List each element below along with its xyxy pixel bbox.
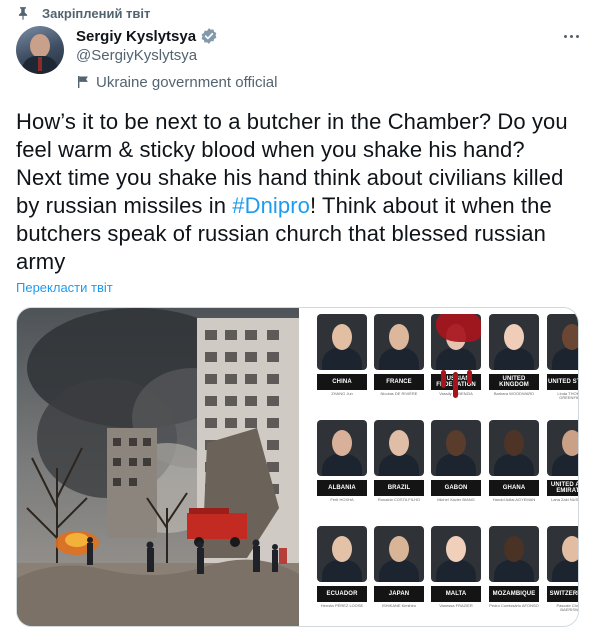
council-member-card: UNITED STATESLinda THOMAS-GREENFIELD: [547, 314, 579, 410]
council-member-card: JAPAN ISHIKANE Kimihiro: [374, 526, 424, 622]
tweet-media: CHINAZHANG JunFRANCENicolas DE RIVIÈRERU…: [16, 307, 579, 627]
author-display-name[interactable]: Sergiy Kyslytsya: [76, 28, 196, 45]
member-country-label: GHANA: [489, 480, 539, 496]
member-country-label: MALTA: [431, 586, 481, 602]
blood-drip: [467, 370, 472, 384]
council-member-card: UNITED KINGDOM Barbara WOODWARD: [489, 314, 539, 410]
member-country-label: UNITED STATES: [547, 374, 578, 390]
member-name: Michel Xavier BIANG: [437, 497, 475, 502]
member-country-label: SWITZERLAND: [547, 586, 578, 602]
member-country-label: BRAZIL: [374, 480, 424, 496]
member-portrait: [431, 526, 481, 582]
member-country-label: ALBANIA: [317, 480, 367, 496]
member-portrait: [374, 420, 424, 476]
member-portrait: [317, 420, 367, 476]
member-country-label: CHINA: [317, 374, 367, 390]
member-name: Nicolas DE RIVIÈRE: [380, 391, 418, 396]
council-member-card: MALTA Vanessa FRAZIER: [431, 526, 481, 622]
tweet-text: How’s it to be next to a butcher in the …: [16, 108, 576, 276]
more-options-icon[interactable]: [558, 26, 584, 46]
council-member-card: GABON Michel Xavier BIANG: [431, 420, 481, 516]
member-portrait: [489, 526, 539, 582]
affiliation-label: Ukraine government official: [76, 72, 277, 92]
blood-drip: [441, 370, 446, 388]
member-name: Ronaldo COSTA FILHO: [377, 497, 421, 502]
member-portrait: [547, 420, 578, 476]
member-name: ISHIKANE Kimihiro: [381, 603, 417, 608]
blood-splatter: [436, 314, 481, 342]
missile-strike-photo[interactable]: [17, 308, 299, 626]
member-country-label: FRANCE: [374, 374, 424, 390]
member-name: Vanessa FRAZIER: [439, 603, 473, 608]
member-name: Ferit HOXHA: [330, 497, 354, 502]
member-country-label: ECUADOR: [317, 586, 367, 602]
hashtag-link[interactable]: #Dnipro: [232, 193, 310, 218]
member-name: ZHANG Jun: [331, 391, 353, 396]
member-name: Hernán PÉREZ LOOSE: [320, 603, 364, 608]
member-name: Lana Zaki NUSSEIBEH: [551, 497, 579, 502]
member-portrait: [374, 314, 424, 370]
council-member-card: MOZAMBIQUE Pedro Comissário AFONSO: [489, 526, 539, 622]
ukraine-flag-icon: [78, 76, 88, 88]
author-block: Sergiy Kyslytsya @SergiyKyslytsya Ukrain…: [76, 26, 277, 92]
council-member-card: BRAZIL Ronaldo COSTA FILHO: [374, 420, 424, 516]
member-name: Linda THOMAS-GREENFIELD: [557, 391, 579, 400]
member-portrait: [431, 420, 481, 476]
council-member-card: RUSSIAN FEDERATIONVassily NEBENZIA: [431, 314, 481, 410]
council-member-card: FRANCE Nicolas DE RIVIÈRE: [374, 314, 424, 410]
member-name: Pedro Comissário AFONSO: [489, 603, 539, 608]
member-portrait: [547, 526, 578, 582]
pinned-tweet-indicator: Закріплений твіт: [16, 4, 150, 22]
member-country-label: GABON: [431, 480, 481, 496]
member-name: Pascale Christine BAERISWYL: [556, 603, 579, 612]
member-portrait: [317, 526, 367, 582]
member-country-label: JAPAN: [374, 586, 424, 602]
member-portrait: [317, 314, 367, 370]
council-member-card: GHANA Harold Adlai AGYEMAN: [489, 420, 539, 516]
member-country-label: UNITED ARAB EMIRATES: [547, 480, 578, 496]
council-member-card: ECUADOR Hernán PÉREZ LOOSE: [317, 526, 367, 622]
member-country-label: UNITED KINGDOM: [489, 374, 539, 390]
member-name: Barbara WOODWARD: [493, 391, 535, 396]
affiliation-text: Ukraine government official: [96, 73, 278, 91]
name-row: Sergiy Kyslytsya: [76, 26, 277, 46]
security-council-board[interactable]: CHINAZHANG JunFRANCENicolas DE RIVIÈRERU…: [301, 308, 579, 626]
member-portrait: [374, 526, 424, 582]
council-member-card: ALBANIA Ferit HOXHA: [317, 420, 367, 516]
member-portrait: [489, 314, 539, 370]
member-name: Harold Adlai AGYEMAN: [492, 497, 536, 502]
council-member-card: SWITZERLANDPascale Christine BAERISWYL: [547, 526, 579, 622]
pin-icon: [18, 7, 28, 20]
blood-drip: [453, 372, 458, 398]
member-country-label: MOZAMBIQUE: [489, 586, 539, 602]
council-member-card: UNITED ARAB EMIRATESLana Zaki NUSSEIBEH: [547, 420, 579, 516]
author-handle[interactable]: @SergiyKyslytsya: [76, 46, 277, 66]
verified-badge-icon[interactable]: [200, 27, 218, 45]
author-avatar[interactable]: [16, 26, 64, 74]
member-portrait: [431, 314, 481, 370]
translate-tweet-link[interactable]: Перекласти твіт: [16, 280, 113, 295]
council-member-card: CHINA ZHANG Jun: [317, 314, 367, 410]
member-portrait: [489, 420, 539, 476]
member-portrait: [547, 314, 578, 370]
pinned-label: Закріплений твіт: [42, 5, 151, 21]
